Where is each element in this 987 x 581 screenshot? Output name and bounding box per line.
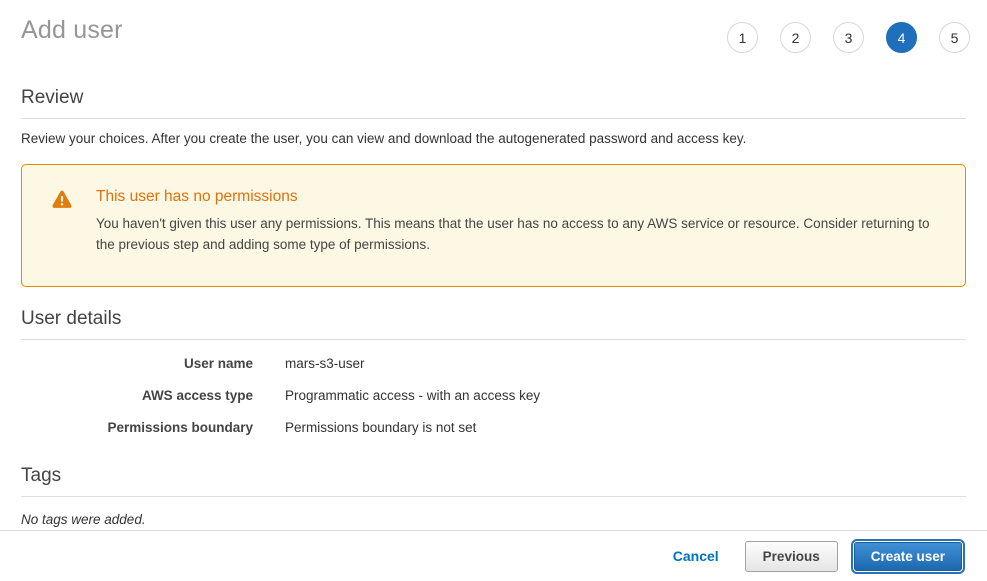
tags-section-heading: Tags: [21, 465, 966, 487]
warning-content: This user has no permissions You haven't…: [96, 188, 935, 262]
aws-access-type-row: AWS access type Programmatic access - wi…: [21, 388, 966, 403]
step-5: 5: [939, 22, 970, 53]
user-name-value: mars-s3-user: [285, 356, 365, 371]
step-3: 3: [833, 22, 864, 53]
step-2-number: 2: [792, 30, 800, 46]
user-details-rows: User name mars-s3-user AWS access type P…: [21, 356, 966, 435]
step-1: 1: [727, 22, 758, 53]
no-permissions-warning-box: This user has no permissions You haven't…: [21, 164, 966, 287]
permissions-boundary-label: Permissions boundary: [21, 420, 253, 435]
cancel-link[interactable]: Cancel: [673, 548, 719, 564]
user-details-section-heading: User details: [21, 308, 966, 330]
step-5-number: 5: [951, 30, 959, 46]
no-tags-message: No tags were added.: [21, 512, 966, 527]
create-user-button[interactable]: Create user: [854, 542, 962, 571]
main-content: Review Review your choices. After you cr…: [0, 87, 987, 527]
tags-section-divider: [21, 496, 966, 497]
warning-title: This user has no permissions: [96, 188, 935, 206]
review-section-heading: Review: [21, 87, 966, 109]
create-user-button-focus-ring: Create user: [851, 539, 965, 574]
user-name-row: User name mars-s3-user: [21, 356, 966, 371]
step-4-active: 4: [886, 22, 917, 53]
warning-triangle-icon: [52, 188, 96, 262]
step-3-number: 3: [845, 30, 853, 46]
step-1-number: 1: [739, 30, 747, 46]
user-details-section-divider: [21, 339, 966, 340]
step-2: 2: [780, 22, 811, 53]
permissions-boundary-value: Permissions boundary is not set: [285, 420, 476, 435]
add-user-wizard-page: Add user 1 2 3 4 5 Review Review your ch…: [0, 0, 987, 581]
wizard-footer: Cancel Previous Create user: [0, 530, 987, 581]
aws-access-type-value: Programmatic access - with an access key: [285, 388, 540, 403]
review-description: Review your choices. After you create th…: [21, 131, 966, 146]
permissions-boundary-row: Permissions boundary Permissions boundar…: [21, 420, 966, 435]
warning-body: You haven't given this user any permissi…: [96, 213, 935, 255]
wizard-step-indicator: 1 2 3 4 5: [727, 22, 970, 53]
step-4-number: 4: [898, 30, 906, 46]
review-section-divider: [21, 118, 966, 119]
aws-access-type-label: AWS access type: [21, 388, 253, 403]
user-name-label: User name: [21, 356, 253, 371]
previous-button[interactable]: Previous: [745, 541, 838, 572]
